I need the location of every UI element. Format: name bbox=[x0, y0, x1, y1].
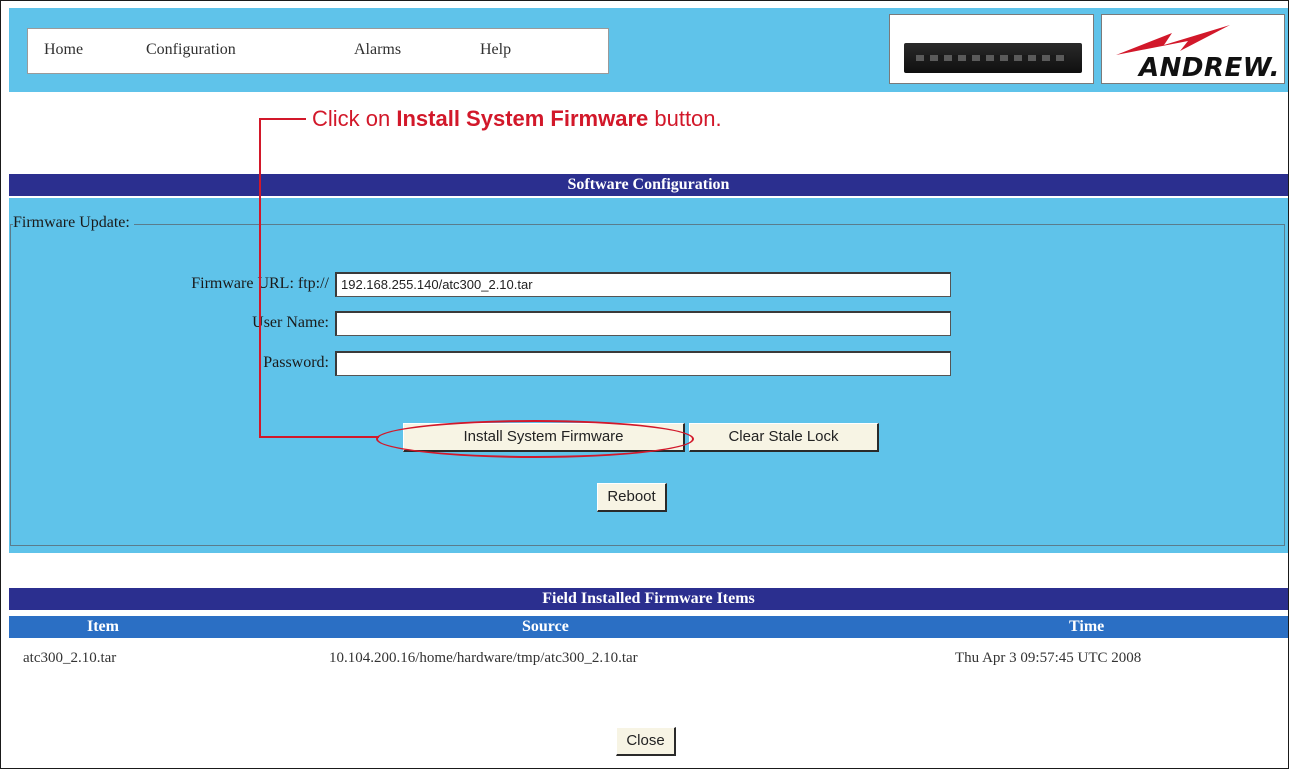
clear-stale-lock-button[interactable]: Clear Stale Lock bbox=[689, 423, 879, 452]
nav-home[interactable]: Home bbox=[44, 41, 83, 59]
close-button[interactable]: Close bbox=[616, 727, 676, 756]
nav-help[interactable]: Help bbox=[480, 41, 511, 59]
password-label: Password: bbox=[263, 354, 329, 371]
cell-item: atc300_2.10.tar bbox=[23, 650, 117, 666]
firmware-items-header: Item Source Time bbox=[9, 616, 1288, 638]
brand-logo-text: ANDREW. bbox=[1138, 53, 1280, 83]
callout-line-vertical bbox=[259, 118, 261, 438]
table-row: atc300_2.10.tar 10.104.200.16/home/hardw… bbox=[9, 648, 1288, 670]
firmware-panel: Firmware Update: Firmware URL: ftp:// 19… bbox=[9, 198, 1288, 553]
annotation-prefix: Click on bbox=[312, 106, 397, 131]
column-header-time: Time bbox=[1069, 618, 1105, 635]
nav-configuration[interactable]: Configuration bbox=[146, 41, 236, 59]
annotation-emphasis: Install System Firmware bbox=[396, 106, 649, 131]
callout-line-bottom bbox=[259, 436, 379, 438]
user-name-label: User Name: bbox=[252, 314, 329, 331]
firmware-items-title: Field Installed Firmware Items bbox=[9, 588, 1288, 610]
callout-highlight-ellipse bbox=[376, 420, 694, 458]
device-image bbox=[889, 14, 1094, 84]
software-config-title: Software Configuration bbox=[9, 174, 1288, 196]
user-name-input[interactable] bbox=[335, 311, 951, 336]
firmware-update-legend: Firmware Update: bbox=[13, 214, 134, 232]
firmware-url-input[interactable]: 192.168.255.140/atc300_2.10.tar bbox=[335, 272, 951, 297]
annotation-suffix: button. bbox=[648, 106, 722, 131]
brand-logo: ANDREW. bbox=[1101, 14, 1285, 84]
column-header-item: Item bbox=[87, 618, 119, 635]
device-ports bbox=[916, 55, 1066, 61]
column-header-source: Source bbox=[522, 618, 569, 635]
cell-source: 10.104.200.16/home/hardware/tmp/atc300_2… bbox=[329, 650, 638, 666]
annotation-text: Click on Install System Firmware button. bbox=[312, 106, 722, 132]
reboot-button[interactable]: Reboot bbox=[597, 483, 667, 512]
nav-alarms[interactable]: Alarms bbox=[354, 41, 401, 59]
firmware-url-label: Firmware URL: ftp:// bbox=[191, 275, 329, 292]
header-bar: Home Configuration Alarms Help ANDREW. bbox=[9, 8, 1288, 92]
nav-menu: Home Configuration Alarms Help bbox=[27, 28, 609, 74]
callout-line-top bbox=[259, 118, 306, 120]
password-input[interactable] bbox=[335, 351, 951, 376]
cell-time: Thu Apr 3 09:57:45 UTC 2008 bbox=[955, 650, 1142, 666]
